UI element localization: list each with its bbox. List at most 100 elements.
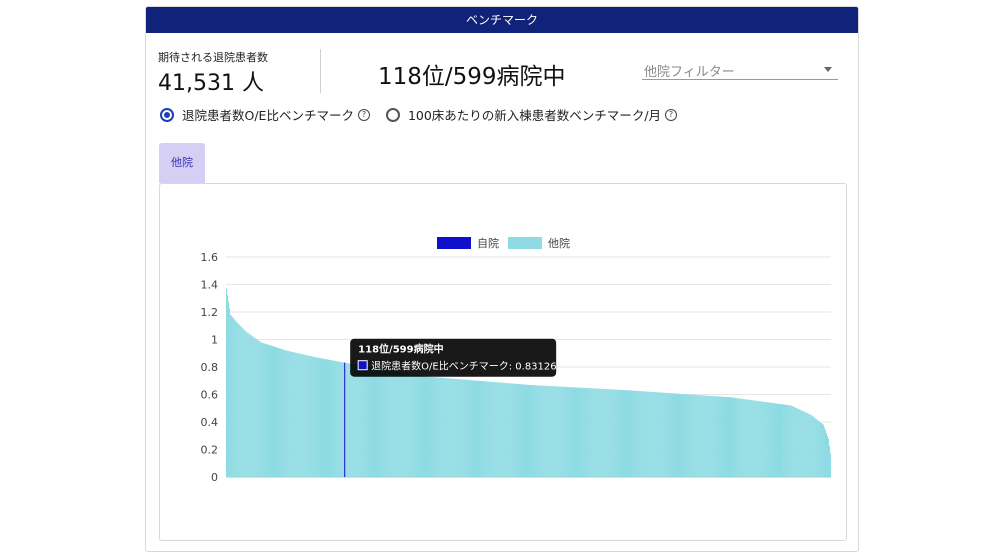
bar bbox=[543, 385, 545, 477]
bar bbox=[403, 372, 405, 477]
bar bbox=[255, 338, 257, 477]
bar bbox=[279, 348, 281, 477]
bar bbox=[303, 354, 305, 477]
bar bbox=[350, 363, 352, 477]
bar bbox=[660, 392, 662, 477]
bar bbox=[264, 343, 266, 477]
bar bbox=[322, 358, 325, 477]
bar bbox=[801, 410, 803, 477]
bar bbox=[346, 363, 348, 477]
radio-oe-ratio-label[interactable]: 退院患者数O/E比ベンチマーク bbox=[182, 105, 354, 124]
radio-new-admissions-label[interactable]: 100床あたりの新入棟患者数ベンチマーク/月 bbox=[408, 105, 661, 124]
bar bbox=[556, 386, 558, 477]
bar bbox=[325, 359, 328, 477]
bar bbox=[808, 414, 810, 477]
bar bbox=[284, 350, 286, 477]
bar bbox=[423, 376, 426, 477]
radio-new-admissions[interactable] bbox=[385, 107, 400, 122]
bar bbox=[228, 301, 230, 477]
bar bbox=[759, 401, 761, 477]
bar bbox=[685, 394, 687, 477]
bar bbox=[452, 378, 454, 477]
bar bbox=[338, 361, 340, 477]
bar bbox=[345, 362, 347, 477]
bar bbox=[790, 405, 792, 477]
question-circle-icon[interactable]: ? bbox=[357, 108, 370, 121]
bar bbox=[594, 388, 596, 477]
bar bbox=[266, 344, 268, 477]
bar bbox=[711, 396, 713, 477]
bar bbox=[327, 359, 329, 477]
bar bbox=[626, 390, 629, 477]
bar bbox=[227, 295, 229, 477]
bar bbox=[504, 382, 506, 477]
bar bbox=[699, 395, 701, 477]
tooltip-line: 退院患者数O/E比ベンチマーク: 0.83126 bbox=[371, 360, 556, 373]
bar bbox=[702, 395, 704, 477]
bar bbox=[709, 395, 711, 477]
bar bbox=[561, 386, 563, 477]
bar bbox=[693, 394, 695, 477]
bar bbox=[340, 361, 342, 477]
tab-other-hospitals[interactable]: 他院 bbox=[159, 143, 205, 183]
bar bbox=[497, 382, 499, 477]
bar bbox=[738, 398, 740, 477]
bar bbox=[589, 388, 591, 477]
bar bbox=[456, 379, 458, 477]
bar bbox=[306, 355, 308, 477]
bar bbox=[379, 368, 381, 477]
bar bbox=[265, 343, 267, 477]
bar bbox=[537, 385, 539, 477]
bar bbox=[388, 370, 390, 477]
bar bbox=[579, 387, 581, 477]
bar bbox=[744, 399, 746, 477]
bar bbox=[688, 394, 690, 477]
bar bbox=[764, 401, 766, 477]
bar bbox=[316, 357, 318, 477]
bar bbox=[380, 368, 382, 477]
bar bbox=[651, 391, 653, 477]
bar bbox=[351, 363, 353, 477]
bar bbox=[546, 385, 548, 477]
bar bbox=[339, 361, 341, 477]
bar bbox=[706, 395, 708, 477]
bar bbox=[436, 377, 438, 477]
hospital-filter-select[interactable]: 他院フィルター bbox=[642, 59, 838, 80]
bar bbox=[564, 386, 566, 477]
bar bbox=[244, 330, 246, 477]
bar bbox=[457, 379, 459, 477]
bar bbox=[713, 396, 715, 477]
bar bbox=[267, 344, 269, 477]
bar bbox=[643, 391, 645, 477]
y-tick-label: 1 bbox=[211, 334, 218, 347]
question-circle-icon[interactable]: ? bbox=[665, 108, 678, 121]
bar bbox=[461, 379, 463, 477]
bar bbox=[462, 379, 464, 477]
bar bbox=[723, 396, 725, 477]
bar bbox=[640, 391, 642, 477]
bar bbox=[328, 359, 330, 477]
rank-text: 118位/599病院中 bbox=[378, 64, 566, 90]
bar bbox=[400, 372, 402, 477]
bar bbox=[585, 388, 587, 477]
bar bbox=[508, 383, 510, 477]
bar bbox=[270, 345, 272, 477]
bar bbox=[285, 350, 287, 477]
y-tick-label: 0.6 bbox=[201, 389, 219, 402]
bar bbox=[825, 433, 827, 477]
bar bbox=[778, 403, 780, 477]
bar bbox=[296, 353, 298, 477]
y-tick-label: 1.6 bbox=[201, 251, 219, 264]
bar bbox=[347, 363, 349, 477]
radio-oe-ratio[interactable] bbox=[160, 107, 174, 122]
bar bbox=[678, 393, 680, 477]
bar bbox=[516, 383, 518, 477]
bar bbox=[341, 362, 343, 477]
bar bbox=[512, 383, 514, 477]
bar bbox=[754, 400, 756, 477]
bar bbox=[259, 341, 261, 477]
bar bbox=[634, 390, 636, 477]
bar bbox=[413, 374, 415, 477]
bar bbox=[736, 398, 738, 477]
bar bbox=[308, 355, 310, 477]
